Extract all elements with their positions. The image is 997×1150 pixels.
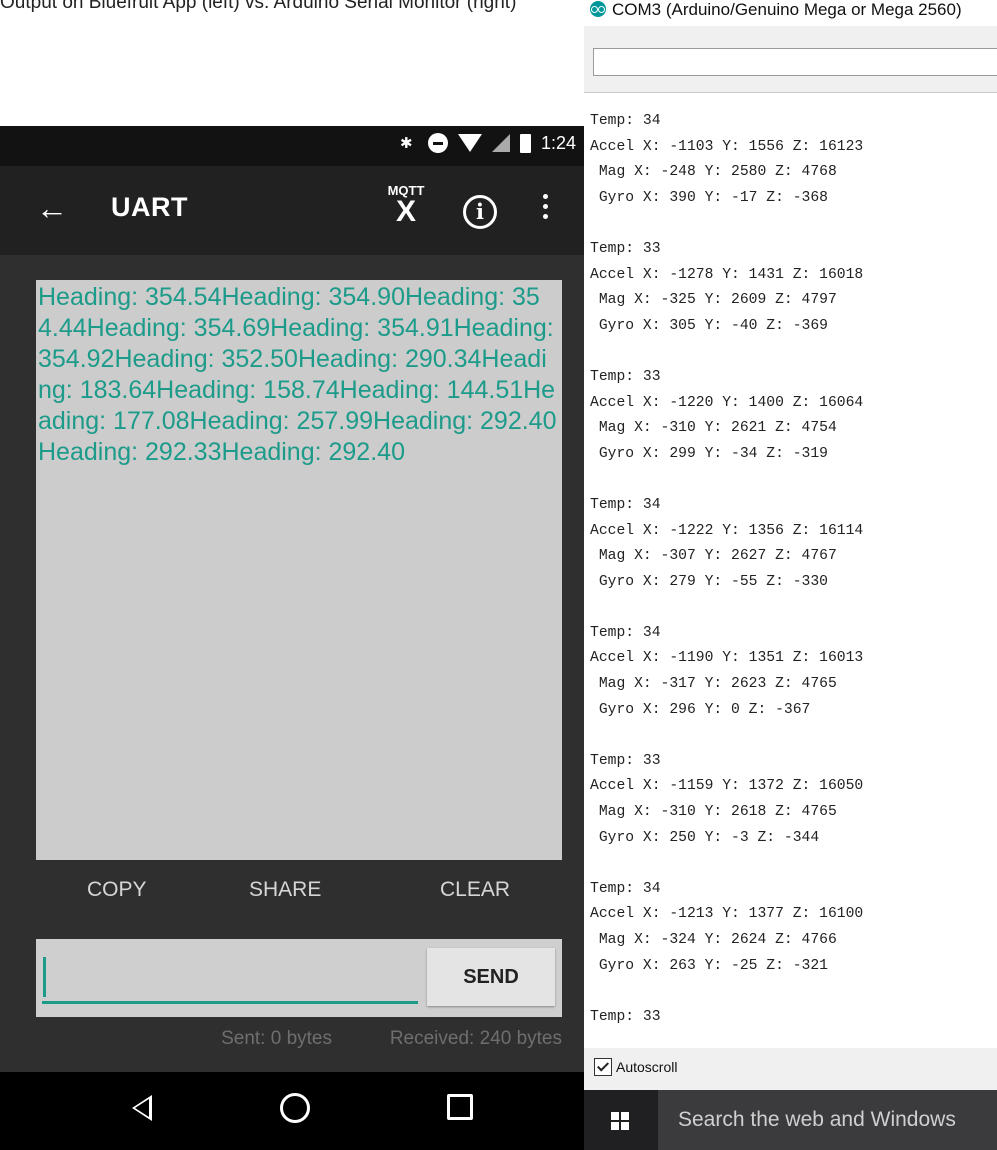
windows-taskbar: Search the web and Windows [584,1090,997,1150]
received-bytes-label: Received: 240 bytes [389,1028,562,1049]
window-title: COM3 (Arduino/Genuino Mega or Mega 2560) [612,0,962,19]
autoscroll-check-icon[interactable] [594,1058,612,1076]
cell-signal-icon [491,134,510,152]
send-button[interactable]: SEND [427,948,555,1006]
mqtt-icon[interactable]: MQTT X [383,184,429,228]
mqtt-icon-x: X [395,195,416,228]
nav-back-icon[interactable] [132,1095,152,1121]
send-row: SEND [36,939,562,1017]
output-actions: COPY SHARE CLEAR [36,878,562,918]
figure-caption: Output on Bluefruit App (left) vs. Ardui… [0,0,517,12]
status-icons: 1:24 [396,132,576,154]
overflow-menu-icon[interactable] [540,194,550,226]
autoscroll-label: Autoscroll [616,1059,678,1075]
copy-button[interactable]: COPY [87,878,147,902]
taskbar-search-box[interactable]: Search the web and Windows [658,1090,997,1150]
back-arrow-icon[interactable]: ← [36,190,68,226]
serial-output-text: Temp: 34 Accel X: -1103 Y: 1556 Z: 16123… [590,113,864,1025]
page-title: UART [111,192,188,222]
serial-monitor-window: COM3 (Arduino/Genuino Mega or Mega 2560)… [584,0,997,1150]
byte-counters: Sent: 0 bytes Received: 240 bytes [36,1028,562,1056]
app-toolbar: ← UART MQTT X i [0,166,584,255]
android-phone-screen: 1:24 ← UART MQTT X i Heading: 354.54Head… [0,126,584,1150]
text-cursor [43,957,46,997]
uart-received-text: Heading: 354.54Heading: 354.90Heading: 3… [36,280,562,860]
serial-send-area [584,26,997,92]
status-clock: 1:24 [540,132,576,153]
window-title-bar: COM3 (Arduino/Genuino Mega or Mega 2560) [590,0,997,24]
arduino-logo-icon [590,1,606,17]
serial-output-log[interactable]: Temp: 34 Accel X: -1103 Y: 1556 Z: 16123… [584,92,997,1049]
info-icon[interactable]: i [463,195,497,229]
uart-send-input[interactable] [42,951,418,1004]
share-button[interactable]: SHARE [249,878,321,902]
serial-send-input[interactable] [593,48,997,76]
nav-home-icon[interactable] [280,1093,310,1123]
sent-bytes-label: Sent: 0 bytes [221,1028,332,1049]
autoscroll-checkbox[interactable]: Autoscroll [594,1058,677,1076]
clear-button[interactable]: CLEAR [440,878,510,902]
android-nav-bar [0,1072,584,1150]
wifi-icon [457,134,482,152]
do-not-disturb-icon [427,133,448,153]
battery-icon [519,133,531,153]
nav-recents-icon[interactable] [447,1094,473,1120]
bluetooth-icon [396,132,418,154]
status-bar: 1:24 [0,126,584,166]
windows-start-icon[interactable] [611,1112,629,1130]
serial-options-bar: Autoscroll [584,1048,997,1090]
